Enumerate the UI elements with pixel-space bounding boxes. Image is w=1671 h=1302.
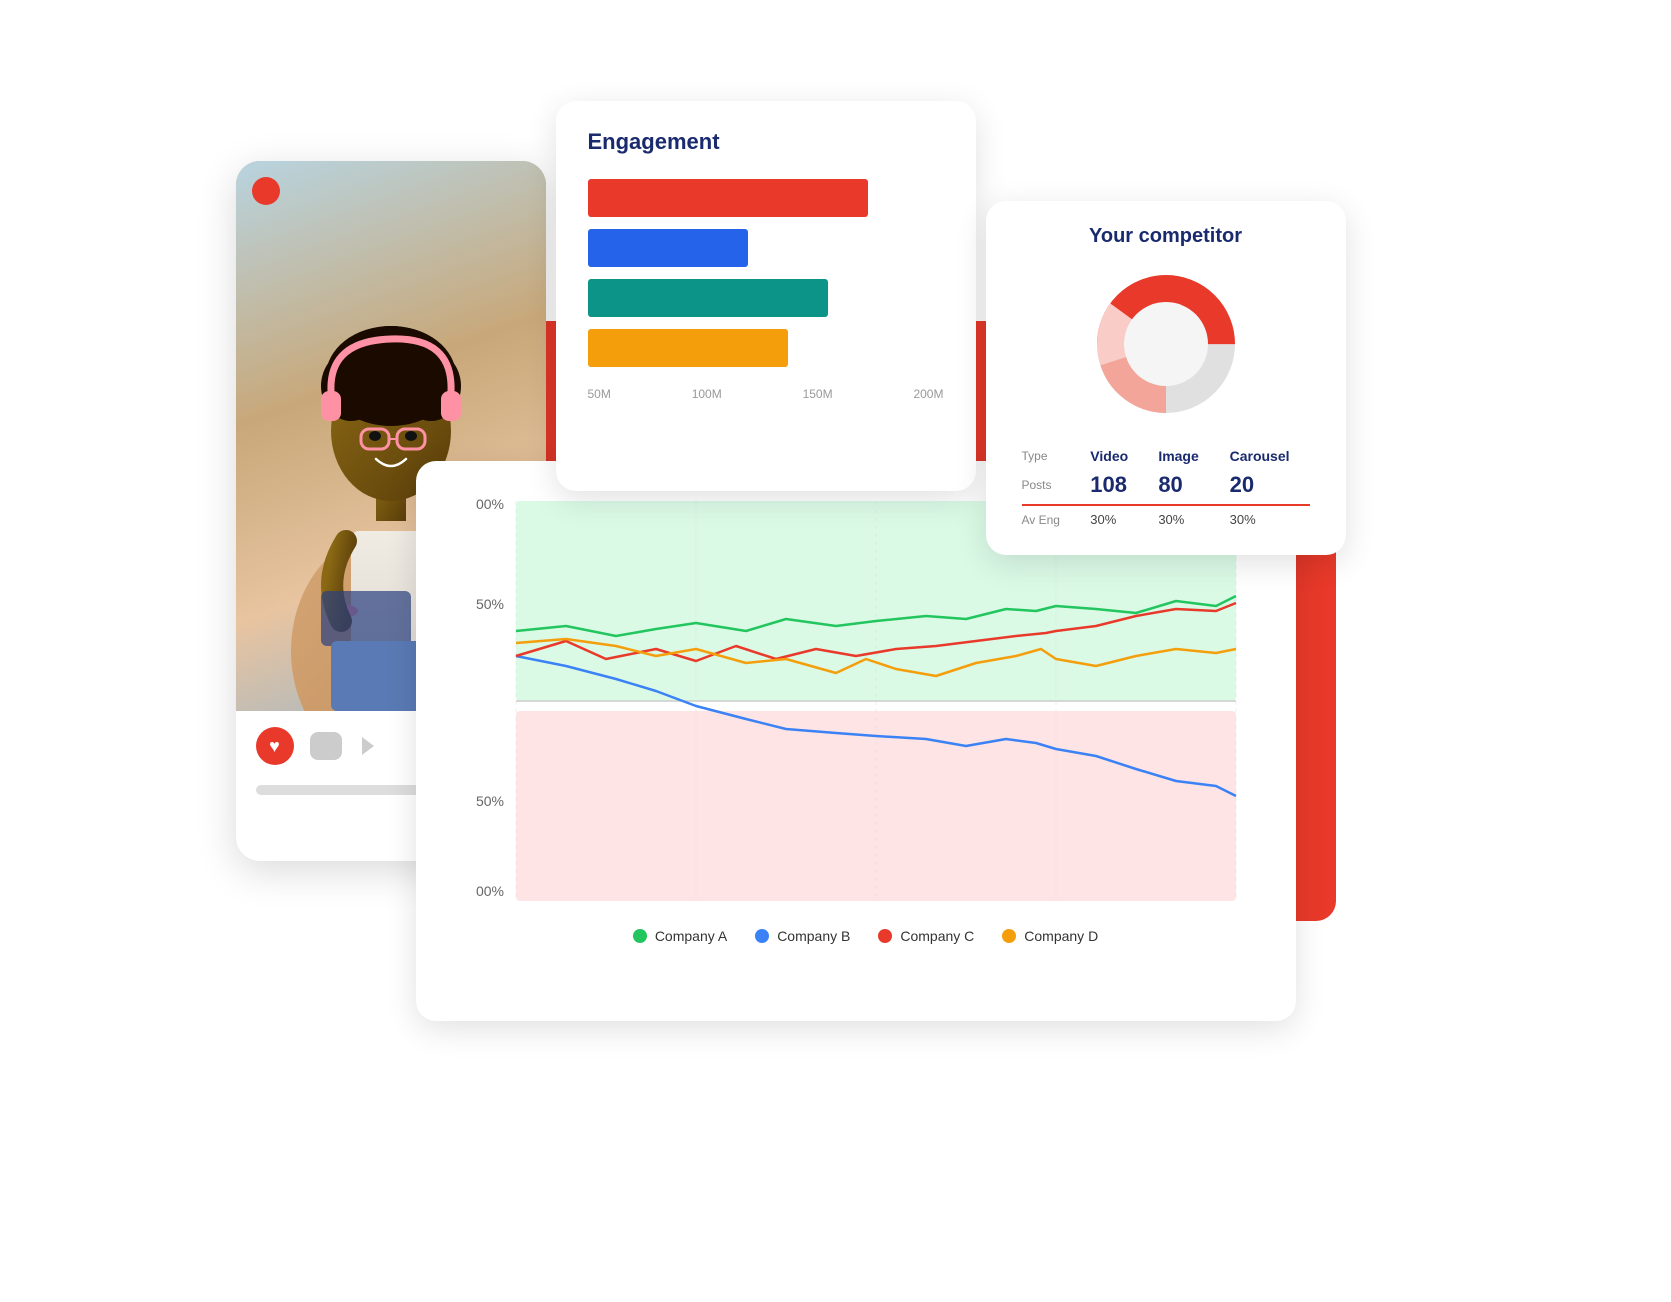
legend-label-b: Company B	[777, 928, 850, 944]
axis-label-100m: 100M	[692, 387, 722, 401]
bar-teal	[588, 279, 828, 317]
competitor-table: Type Video Image Carousel Posts 108 80 2…	[1014, 444, 1318, 531]
svg-text:Apr: Apr	[505, 908, 527, 911]
svg-text:100%: 100%	[476, 883, 504, 899]
table-posts-carousel: 20	[1222, 468, 1318, 502]
table-posts-image: 80	[1150, 468, 1221, 502]
bar-blue	[588, 229, 748, 267]
bar-row-blue	[588, 229, 944, 267]
competitor-title: Your competitor	[1014, 225, 1318, 248]
table-aveng-video: 30%	[1082, 508, 1150, 531]
bar-row-red	[588, 179, 944, 217]
svg-text:May: May	[682, 908, 708, 911]
chart-legend: Company A Company B Company C Company D	[476, 928, 1256, 944]
legend-label-d: Company D	[1024, 928, 1098, 944]
bar-row-teal	[588, 279, 944, 317]
legend-company-c: Company C	[878, 928, 974, 944]
comment-icon[interactable]	[310, 732, 342, 760]
heart-icon[interactable]: ♥	[256, 727, 294, 765]
legend-company-a: Company A	[633, 928, 727, 944]
svg-text:100%: 100%	[476, 496, 504, 512]
bar-red	[588, 179, 868, 217]
svg-text:Jun: Jun	[864, 908, 887, 911]
scene: ♥ Engagement 50M 100M 150M 200M	[236, 101, 1436, 1201]
engagement-title: Engagement	[588, 129, 944, 155]
legend-dot-a	[633, 929, 647, 943]
table-header-carousel: Carousel	[1222, 444, 1318, 468]
legend-dot-c	[878, 929, 892, 943]
table-header-video: Video	[1082, 444, 1150, 468]
legend-dot-b	[755, 929, 769, 943]
competitor-card: Your competitor Type Video	[986, 201, 1346, 555]
table-label-aveng: Av Eng	[1014, 508, 1083, 531]
record-indicator	[252, 177, 280, 205]
bar-axis: 50M 100M 150M 200M	[588, 387, 944, 401]
table-header-type: Type	[1014, 444, 1083, 468]
axis-label-50m: 50M	[588, 387, 611, 401]
svg-text:50%: 50%	[476, 596, 504, 612]
table-aveng-image: 30%	[1150, 508, 1221, 531]
donut-chart	[1086, 264, 1246, 424]
axis-label-150m: 150M	[803, 387, 833, 401]
svg-text:Aug: Aug	[1223, 908, 1248, 911]
legend-company-d: Company D	[1002, 928, 1098, 944]
table-posts-video: 108	[1082, 468, 1150, 502]
svg-text:Jul: Jul	[1047, 908, 1065, 911]
engagement-card: Engagement 50M 100M 150M 200M	[556, 101, 976, 491]
legend-label-c: Company C	[900, 928, 974, 944]
legend-dot-d	[1002, 929, 1016, 943]
bar-row-yellow	[588, 329, 944, 367]
table-aveng-carousel: 30%	[1222, 508, 1318, 531]
legend-label-a: Company A	[655, 928, 727, 944]
legend-company-b: Company B	[755, 928, 850, 944]
bar-yellow	[588, 329, 788, 367]
share-icon[interactable]	[362, 737, 374, 755]
table-label-posts: Posts	[1014, 468, 1083, 502]
axis-label-200m: 200M	[913, 387, 943, 401]
table-header-image: Image	[1150, 444, 1221, 468]
bar-chart	[588, 179, 944, 367]
svg-text:50%: 50%	[476, 793, 504, 809]
donut-chart-container	[1014, 264, 1318, 424]
